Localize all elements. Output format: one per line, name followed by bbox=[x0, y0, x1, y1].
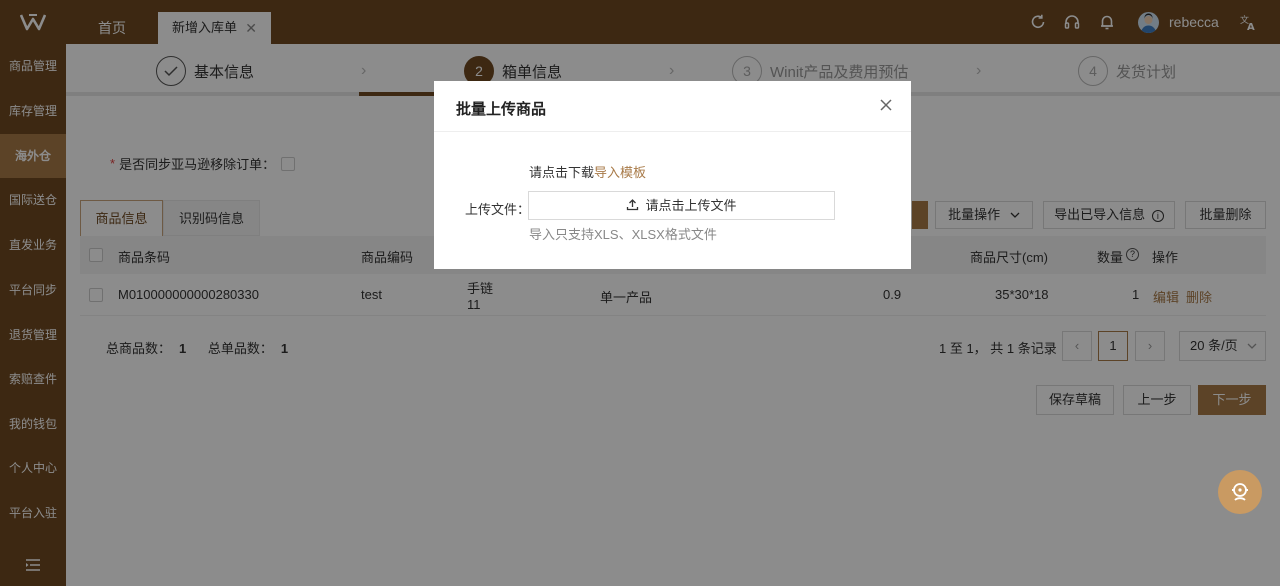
upload-file-button-label: 请点击上传文件 bbox=[645, 198, 737, 213]
format-note: 导入只支持XLS、XLSX格式文件 bbox=[529, 227, 717, 242]
template-hint: 请点击下载导入模板 bbox=[529, 162, 646, 181]
upload-file-button[interactable]: 请点击上传文件 bbox=[528, 191, 835, 220]
modal-title: 批量上传商品 bbox=[456, 101, 547, 118]
upload-file-label: 上传文件： bbox=[465, 202, 531, 217]
customer-service-icon[interactable] bbox=[1218, 470, 1262, 514]
batch-upload-modal: 批量上传商品 请点击下载导入模板 上传文件： 请点击上传文件 导入只支持XLS、… bbox=[434, 81, 911, 269]
template-hint-text: 请点击下载 bbox=[529, 165, 595, 180]
close-icon[interactable] bbox=[878, 97, 894, 113]
download-template-link[interactable]: 导入模板 bbox=[594, 165, 646, 180]
upload-icon bbox=[626, 193, 639, 220]
modal-divider bbox=[434, 131, 911, 132]
